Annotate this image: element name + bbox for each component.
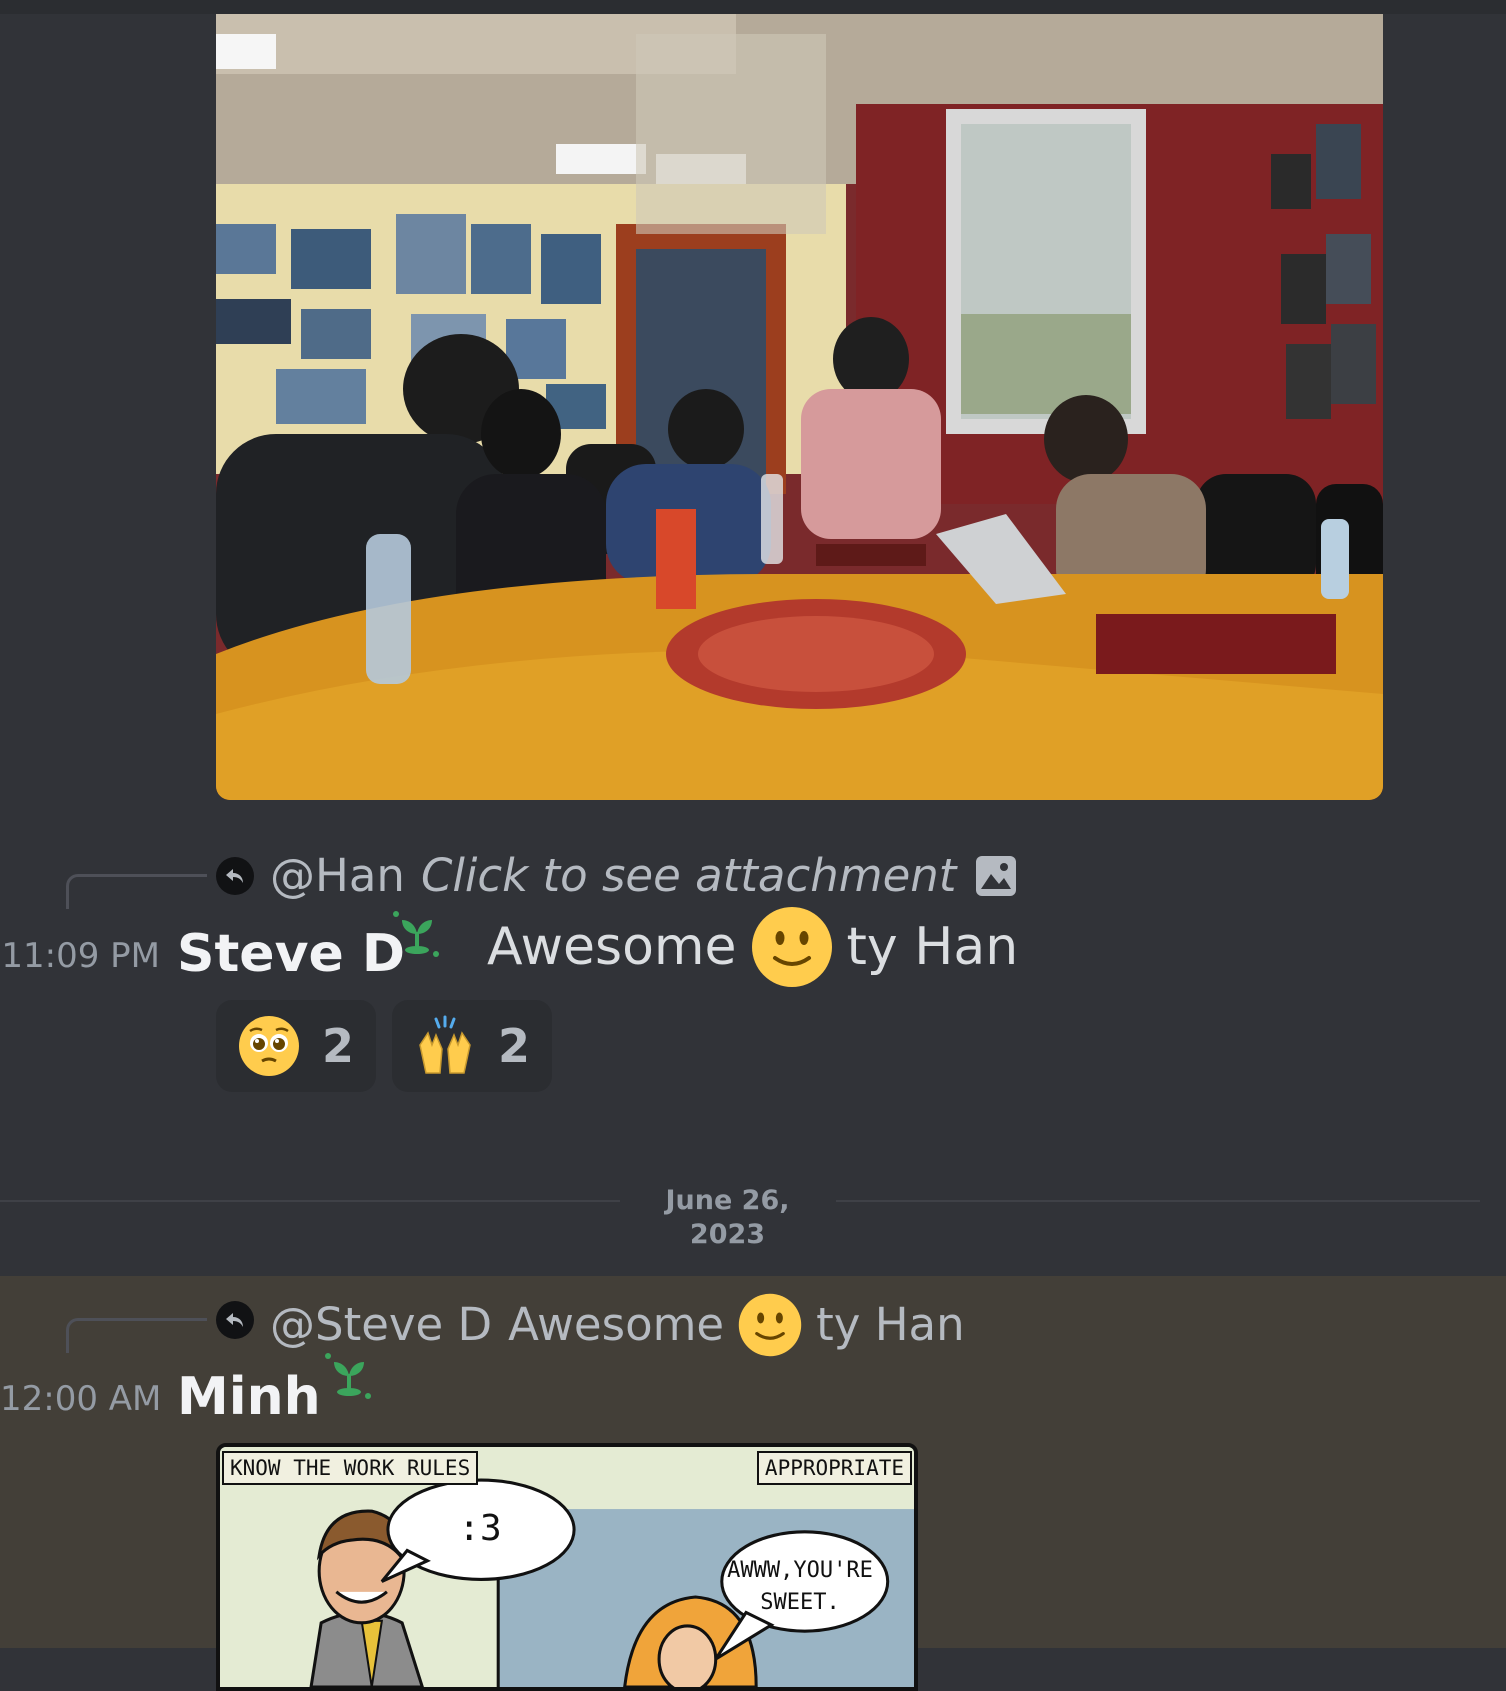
author-name[interactable]: Steve D [177, 924, 405, 984]
reply-connector [66, 874, 207, 909]
reaction-count: 2 [497, 1019, 530, 1073]
reply-text-before[interactable]: Awesome [508, 1298, 724, 1352]
reply-preview[interactable]: @Han Click to see attachment [270, 849, 1018, 903]
reply-arrow-icon [216, 857, 254, 895]
sprout-badge-icon [393, 911, 439, 957]
comic-bubble-left: :3 [458, 1508, 502, 1549]
message-timestamp: 12:00 AM [0, 1379, 162, 1419]
message-text-before: Awesome [487, 917, 737, 977]
slight-smile-emoji-icon [751, 907, 832, 987]
date-divider: June 26, 2023 [665, 1185, 790, 1250]
photo-image [216, 14, 1383, 800]
image-icon [976, 856, 1017, 896]
message-content: Awesome ty Han [487, 906, 1018, 988]
photo-attachment[interactable] [216, 14, 1383, 800]
reply-mention[interactable]: @Steve D [270, 1298, 492, 1352]
comic-bubble-right-line1: AWWW,YOU'RE [727, 1558, 873, 1583]
comic-caption-right: APPROPRIATE [756, 1451, 912, 1485]
message-timestamp: 11:09 PM [1, 936, 160, 976]
reply-preview[interactable]: @Steve D Awesome ty Han [270, 1293, 965, 1357]
reaction-count: 2 [321, 1019, 354, 1073]
top-band [0, 0, 1506, 14]
divider-line-left [0, 1200, 620, 1202]
reply-attachment-text[interactable]: Click to see attachment [421, 849, 957, 903]
comic-attachment[interactable]: KNOW THE WORK RULES APPROPRIATE :3 AWWW,… [216, 1443, 918, 1691]
author-name[interactable]: Minh [177, 1367, 321, 1427]
reaction-pleading-face[interactable]: 2 [216, 1000, 376, 1092]
pleading-face-icon [238, 1016, 299, 1076]
comic-caption-left: KNOW THE WORK RULES [222, 1451, 479, 1485]
raising-hands-icon [419, 1015, 471, 1074]
divider-line-right [836, 1200, 1480, 1202]
comic-bubble-right-line2: SWEET. [760, 1590, 840, 1615]
reply-text-after[interactable]: ty Han [816, 1298, 965, 1352]
reaction-raising-hands[interactable]: 2 [392, 1000, 552, 1092]
reply-connector [66, 1318, 207, 1353]
reply-mention[interactable]: @Han [270, 849, 405, 903]
slight-smile-emoji-icon [738, 1293, 802, 1357]
reply-arrow-icon [216, 1301, 254, 1339]
message-text-after: ty Han [846, 917, 1019, 977]
sprout-badge-icon [325, 1353, 371, 1399]
